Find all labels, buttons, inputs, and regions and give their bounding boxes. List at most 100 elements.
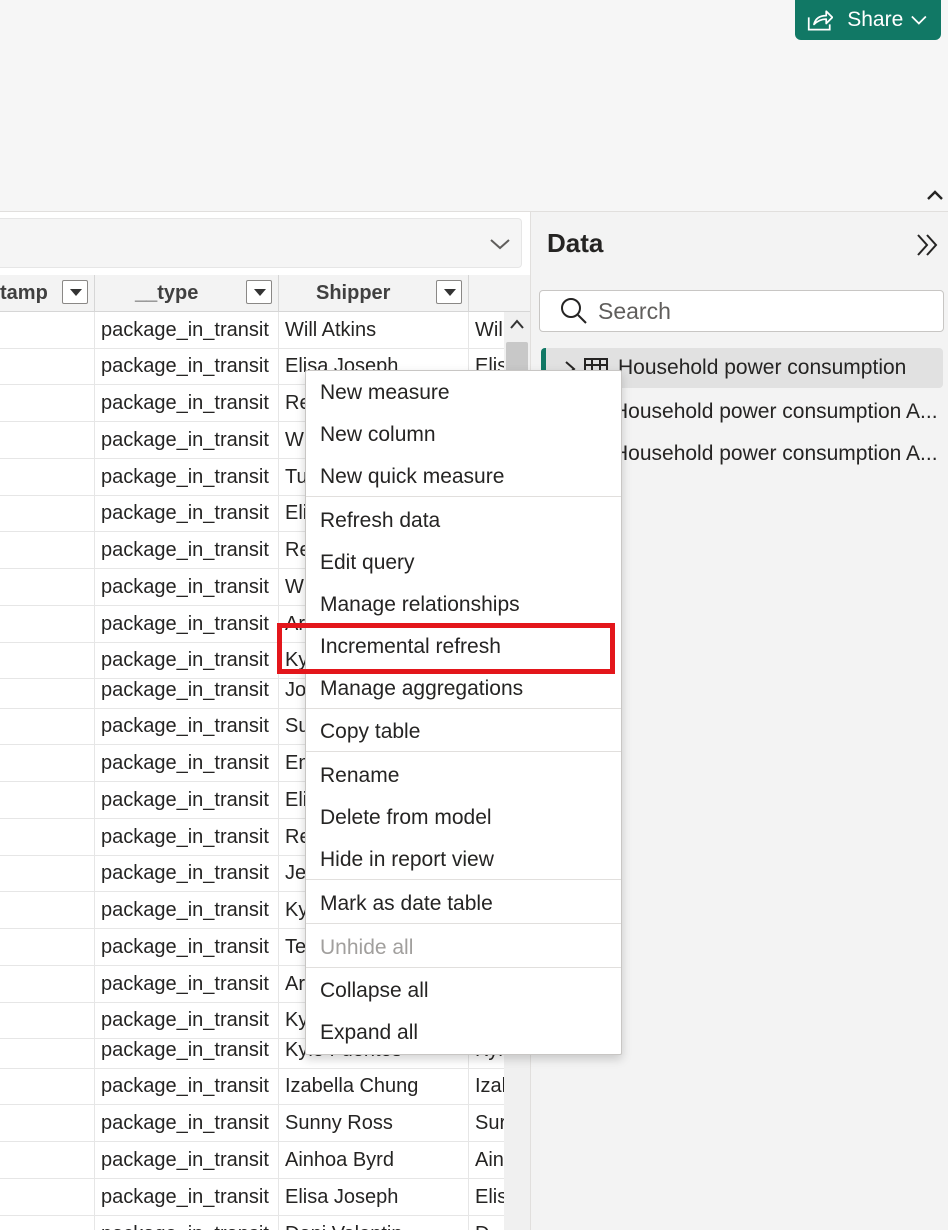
menu-item-edit-query[interactable]: Edit query (306, 543, 621, 583)
table-cell[interactable]: package_in_transit (95, 782, 279, 819)
table-cell[interactable] (0, 569, 95, 606)
menu-item-new-column[interactable]: New column (306, 415, 621, 455)
table-cell[interactable]: package_in_transit (95, 1068, 279, 1105)
table-cell[interactable]: Ainhoa Byrd (279, 1142, 469, 1179)
table-cell[interactable] (0, 1105, 95, 1142)
table-cell[interactable] (0, 1068, 95, 1105)
table-cell[interactable]: package_in_transit (95, 312, 279, 349)
table-row[interactable]: package_in_transit Will Atkins Wil (0, 312, 504, 349)
table-cell[interactable] (0, 1142, 95, 1179)
filter-dropdown-icon[interactable] (62, 280, 88, 304)
table-cell[interactable] (0, 745, 95, 782)
search-box[interactable] (539, 290, 944, 332)
table-cell[interactable]: package_in_transit (95, 1179, 279, 1216)
table-cell[interactable]: package_in_transit (95, 422, 279, 459)
menu-item-new-measure[interactable]: New measure (306, 373, 621, 413)
table-cell[interactable] (0, 892, 95, 929)
formula-bar[interactable] (0, 218, 522, 268)
table-cell[interactable] (0, 1179, 95, 1216)
menu-item-mark-as-date-table[interactable]: Mark as date table (306, 884, 621, 924)
table-row[interactable]: package_in_transit Elisa Joseph Elis (0, 1179, 504, 1216)
table-cell[interactable]: Izal (469, 1068, 504, 1105)
column-header-shipper[interactable]: Shipper (279, 275, 469, 312)
menu-item-expand-all[interactable]: Expand all (306, 1013, 621, 1053)
table-row[interactable]: package_in_transit Ainhoa Byrd Ain (0, 1142, 504, 1179)
menu-item-incremental-refresh[interactable]: Incremental refresh (306, 627, 621, 667)
table-cell[interactable]: package_in_transit (95, 672, 279, 709)
table-cell[interactable]: package_in_transit (95, 569, 279, 606)
table-cell[interactable] (0, 348, 95, 385)
filter-dropdown-icon[interactable] (246, 280, 272, 304)
table-row[interactable]: package_in_transit Sunny Ross Sur (0, 1105, 504, 1142)
table-cell[interactable]: package_in_transit (95, 385, 279, 422)
table-cell[interactable]: package_in_transit (95, 1216, 279, 1230)
expand-formula-icon[interactable] (489, 237, 511, 251)
table-cell[interactable] (0, 1032, 95, 1069)
menu-item-manage-aggregations[interactable]: Manage aggregations (306, 669, 621, 709)
table-cell[interactable]: package_in_transit (95, 929, 279, 966)
menu-item-hide-in-report-view[interactable]: Hide in report view (306, 840, 621, 880)
table-cell[interactable]: package_in_transit (95, 708, 279, 745)
table-cell[interactable]: Elis (469, 1179, 504, 1216)
table-cell[interactable]: package_in_transit (95, 855, 279, 892)
table-cell[interactable] (0, 606, 95, 643)
table-cell[interactable]: Will Atkins (279, 312, 469, 349)
table-cell[interactable]: D (469, 1216, 504, 1230)
menu-item-new-quick-measure[interactable]: New quick measure (306, 457, 621, 497)
table-cell[interactable] (0, 1216, 95, 1230)
table-cell[interactable]: Ain (469, 1142, 504, 1179)
table-cell[interactable]: Wil (469, 312, 504, 349)
table-cell[interactable] (0, 966, 95, 1003)
table-cell[interactable] (0, 422, 95, 459)
table-cell[interactable] (0, 532, 95, 569)
table-cell[interactable] (0, 855, 95, 892)
table-cell[interactable]: package_in_transit (95, 606, 279, 643)
share-label: Share (847, 8, 904, 31)
share-button[interactable]: Share (795, 0, 941, 40)
table-cell[interactable]: Sur (469, 1105, 504, 1142)
table-row[interactable]: package_in_transitDani ValentinD (0, 1216, 504, 1230)
search-input[interactable] (598, 297, 918, 325)
collapse-ribbon-icon[interactable] (924, 184, 946, 206)
expand-pane-icon[interactable] (915, 232, 939, 258)
table-cell[interactable] (0, 929, 95, 966)
table-cell[interactable] (0, 385, 95, 422)
menu-item-copy-table[interactable]: Copy table (306, 712, 621, 752)
table-row[interactable]: package_in_transit Izabella Chung Izal (0, 1068, 504, 1105)
menu-item-rename[interactable]: Rename (306, 756, 621, 796)
table-cell[interactable]: package_in_transit (95, 892, 279, 929)
menu-item-delete-from-model[interactable]: Delete from model (306, 798, 621, 838)
table-cell[interactable]: package_in_transit (95, 495, 279, 532)
table-header: tamp __type Shipper (0, 275, 530, 312)
table-cell[interactable]: package_in_transit (95, 532, 279, 569)
table-cell[interactable] (0, 819, 95, 856)
table-cell[interactable]: Sunny Ross (279, 1105, 469, 1142)
table-cell[interactable] (0, 495, 95, 532)
table-cell[interactable] (0, 672, 95, 709)
menu-item-manage-relationships[interactable]: Manage relationships (306, 585, 621, 625)
table-cell[interactable]: package_in_transit (95, 1105, 279, 1142)
filter-dropdown-icon[interactable] (436, 280, 462, 304)
table-cell[interactable] (0, 312, 95, 349)
column-header-type[interactable]: __type (95, 275, 279, 312)
table-cell[interactable]: Izabella Chung (279, 1068, 469, 1105)
table-cell[interactable] (0, 708, 95, 745)
table-cell[interactable] (0, 782, 95, 819)
scroll-up-icon[interactable] (509, 318, 525, 330)
table-cell[interactable]: package_in_transit (95, 819, 279, 856)
table-cell[interactable]: package_in_transit (95, 745, 279, 782)
menu-item-refresh-data[interactable]: Refresh data (306, 501, 621, 541)
table-cell[interactable]: package_in_transit (95, 459, 279, 496)
menu-separator (306, 879, 621, 880)
table-cell[interactable]: package_in_transit (95, 966, 279, 1003)
table-cell[interactable]: Elisa Joseph (279, 1179, 469, 1216)
table-cell[interactable]: package_in_transit (95, 1142, 279, 1179)
table-item-label: Household power consumption (618, 356, 907, 379)
menu-item-collapse-all[interactable]: Collapse all (306, 971, 621, 1011)
table-cell[interactable]: package_in_transit (95, 348, 279, 385)
column-header-timestamp[interactable]: tamp (0, 275, 95, 312)
table-cell[interactable]: Dani Valentin (279, 1216, 469, 1230)
column-header-label: Shipper (316, 282, 391, 304)
table-cell[interactable]: package_in_transit (95, 1032, 279, 1069)
table-cell[interactable] (0, 459, 95, 496)
